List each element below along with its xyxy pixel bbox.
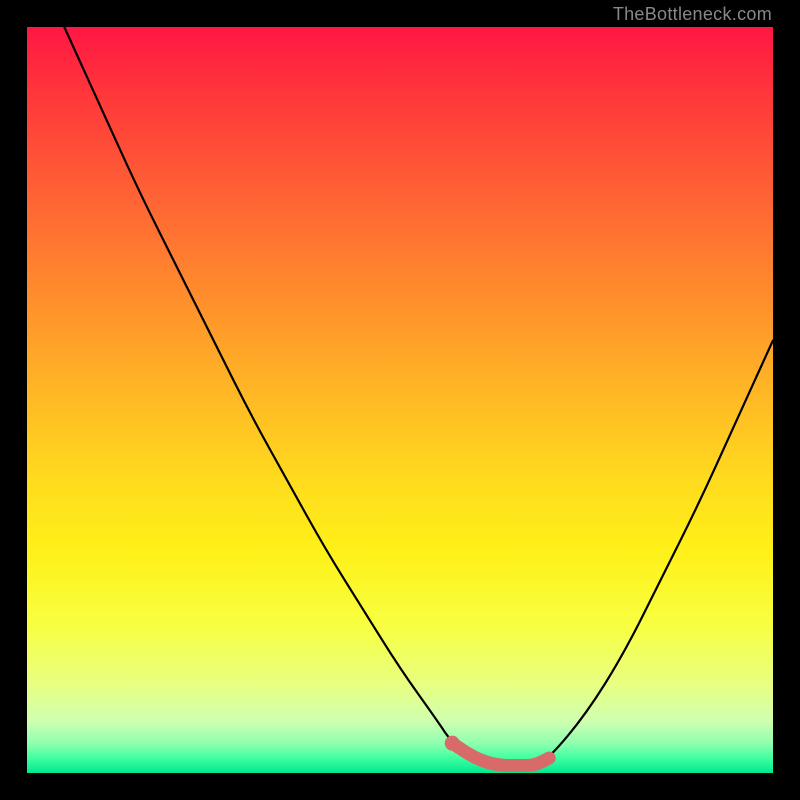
bottleneck-curve-path	[64, 27, 773, 766]
watermark-text: TheBottleneck.com	[613, 4, 772, 25]
chart-container	[27, 27, 773, 773]
optimal-marker	[445, 736, 460, 751]
optimal-zone-path	[452, 743, 549, 765]
chart-svg	[27, 27, 773, 773]
